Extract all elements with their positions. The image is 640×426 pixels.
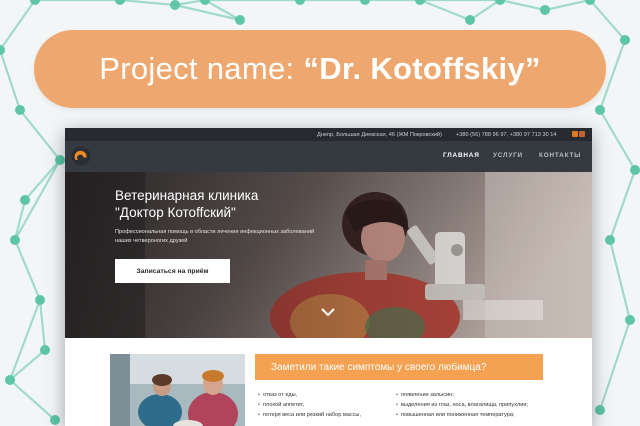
phone-numbers: +380 (56) 788 96 97, +380 97 713 30 14 [456, 131, 557, 138]
symptoms-title: Заметили такие симптомы у своего любимца… [255, 354, 543, 380]
main-navbar: ГЛАВНАЯ УСЛУГИ КОНТАКТЫ [65, 141, 592, 172]
instagram-icon[interactable] [579, 131, 585, 137]
symptoms-list-left: отказ от еды, плохой аппетит, потеря вес… [258, 390, 361, 420]
hero-title: Ветеринарная клиника "Доктор Котоffский" [115, 187, 355, 221]
symptoms-list-right: появление залысин; выделения из глаз, но… [396, 390, 528, 420]
project-name-banner: Project name: “Dr. Kotoffskiy” [34, 30, 606, 108]
list-item: выделения из глаз, носа, влагалища, прип… [396, 400, 528, 410]
banner-label: Project name: [99, 51, 295, 86]
chevron-down-icon[interactable] [321, 308, 335, 317]
website-mockup: Днепр, Большая Диевская, 46 (ЖМ Покровск… [65, 128, 592, 426]
hero-title-line2: "Доктор Котоffский" [115, 205, 236, 220]
hero-section: Ветеринарная клиника "Доктор Котоffский"… [65, 172, 592, 338]
list-item: плохой аппетит, [258, 400, 361, 410]
list-item: отказ от еды, [258, 390, 361, 400]
nav-home[interactable]: ГЛАВНАЯ [443, 152, 480, 159]
hero-title-line1: Ветеринарная клиника [115, 188, 259, 203]
nav-services[interactable]: УСЛУГИ [493, 152, 523, 159]
list-item: потеря веса или резкий набор массы, [258, 410, 361, 420]
vet-clinic-photo [110, 354, 245, 426]
symptoms-section: Заметили такие симптомы у своего любимца… [65, 338, 592, 426]
book-appointment-button[interactable]: Записаться на приём [115, 259, 230, 283]
list-item: появление залысин; [396, 390, 528, 400]
facebook-icon[interactable] [572, 131, 578, 137]
hero-subtitle: Профессиональная помощь в области лечени… [115, 229, 315, 244]
nav-contacts[interactable]: КОНТАКТЫ [539, 152, 581, 159]
project-name: “Dr. Kotoffskiy” [303, 51, 541, 86]
top-info-bar: Днепр, Большая Диевская, 46 (ЖМ Покровск… [65, 128, 592, 141]
clinic-logo[interactable] [71, 146, 91, 166]
address-text: Днепр, Большая Диевская, 46 (ЖМ Покровск… [317, 131, 442, 138]
list-item: повышенная или пониженная температура; [396, 410, 528, 420]
